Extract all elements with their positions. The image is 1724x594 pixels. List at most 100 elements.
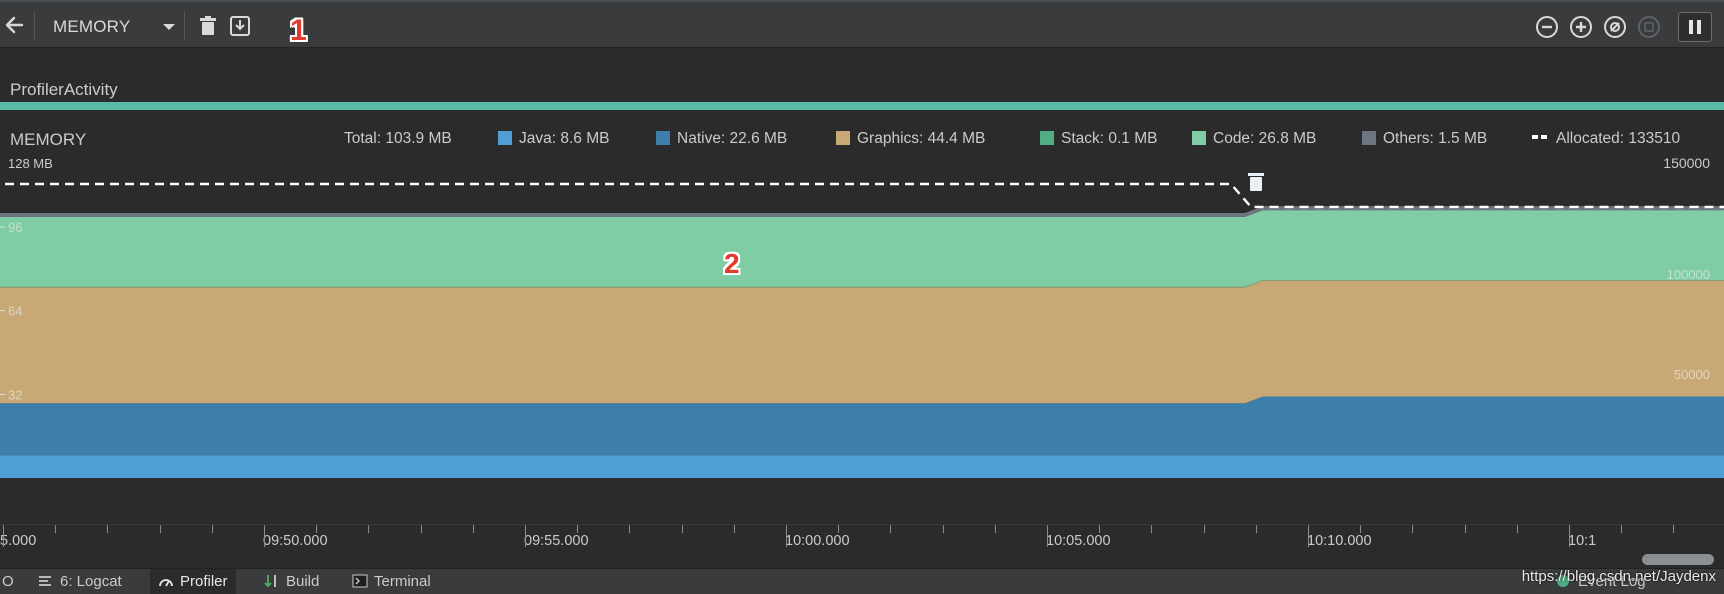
area-code — [0, 210, 1724, 287]
zoom-out-icon[interactable] — [1534, 14, 1560, 40]
annotation-marker-1: 1 — [290, 14, 307, 47]
legend-native: Native: 22.6 MB — [656, 130, 787, 150]
list-icon — [39, 576, 51, 586]
pause-button[interactable] — [1678, 12, 1712, 42]
time-axis-tick — [1465, 525, 1466, 533]
left-axis-max: 128 MB — [8, 156, 53, 171]
time-axis-tick — [1256, 525, 1257, 533]
time-axis-tick — [1308, 525, 1309, 547]
arrow-left-icon[interactable] — [2, 12, 28, 38]
area-java — [0, 455, 1724, 478]
time-axis-tick — [1569, 525, 1570, 547]
tool-window-logcat[interactable]: 6: Logcat — [38, 573, 122, 590]
legend-label: Native: 22.6 MB — [677, 130, 788, 147]
build-label: Build — [286, 573, 320, 590]
time-axis-tick — [1099, 525, 1100, 533]
legend-allocated: Allocated: 133510 — [1532, 130, 1680, 150]
legend-swatch — [1040, 131, 1054, 145]
time-axis-label: 09:50.000 — [263, 533, 328, 549]
legend-label: Code: 26.8 MB — [1213, 130, 1317, 147]
legend-code: Code: 26.8 MB — [1192, 130, 1316, 150]
tool-window-bar: O 6: Logcat Profiler Build Terminal Even… — [0, 568, 1724, 594]
legend-swatch — [1532, 135, 1548, 139]
legend-swatch — [498, 131, 512, 145]
legend-label: Stack: 0.1 MB — [1061, 130, 1158, 147]
terminal-label: Terminal — [374, 573, 431, 590]
tool-window-terminal[interactable]: Terminal — [352, 573, 431, 590]
chevron-down-icon — [163, 24, 175, 30]
profiler-select-value: MEMORY — [53, 17, 131, 36]
time-axis-tick — [995, 525, 996, 533]
time-axis[interactable]: 5.000 09:50.000 09:55.000 10:00.000 10:05.00… — [0, 524, 1724, 568]
activity-label: ProfilerActivity — [10, 80, 118, 99]
time-axis-tick — [1673, 525, 1674, 533]
export-icon[interactable] — [228, 14, 252, 38]
time-axis-tick — [682, 525, 683, 533]
time-axis-label: 10:10.000 — [1307, 533, 1372, 549]
time-axis-tick — [1204, 525, 1205, 533]
terminal-icon — [352, 574, 368, 588]
time-axis-tick — [1412, 525, 1413, 533]
time-axis-label: 09:55.000 — [524, 533, 589, 549]
time-axis-tick — [786, 525, 787, 547]
watermark: https://blog.csdn.net/Jaydenx — [1521, 568, 1716, 585]
time-axis-tick — [1621, 525, 1622, 533]
time-axis-label: 10:00.000 — [785, 533, 850, 549]
right-axis-tick-label: 50000 — [1674, 367, 1710, 382]
time-axis-tick — [890, 525, 891, 533]
legend-label: Allocated: 133510 — [1556, 130, 1681, 147]
legend-graphics: Graphics: 44.4 MB — [836, 130, 985, 150]
time-axis-tick — [107, 525, 108, 533]
time-axis-tick — [629, 525, 630, 533]
profiler-select[interactable]: MEMORY — [44, 12, 175, 40]
time-axis-label: 10:1 — [1568, 533, 1597, 549]
profiler-label: Profiler — [180, 573, 228, 590]
reset-zoom-icon[interactable] — [1602, 14, 1628, 40]
tool-window-profiler[interactable]: Profiler — [150, 569, 236, 594]
area-native — [0, 396, 1724, 456]
memory-legend: MEMORY Total: 103.9 MB Java: 8.6 MB Nati… — [0, 118, 1724, 154]
time-axis-tick — [1151, 525, 1152, 533]
toolbar-separator — [184, 12, 185, 40]
gc-event-marker[interactable] — [1248, 173, 1264, 191]
time-axis-tick — [316, 525, 317, 533]
annotation-marker-2: 2 — [724, 248, 740, 279]
zoom-in-icon[interactable] — [1568, 14, 1594, 40]
activity-bar[interactable] — [0, 102, 1724, 110]
memory-areas — [0, 206, 1724, 478]
time-axis-tick — [577, 525, 578, 533]
legend-others: Others: 1.5 MB — [1362, 130, 1487, 150]
horizontal-scrollbar[interactable] — [1642, 554, 1714, 565]
go-live-icon[interactable] — [1636, 14, 1662, 40]
trash-icon[interactable] — [196, 14, 220, 38]
left-axis-tick-label: 32 — [8, 387, 22, 402]
time-axis-tick — [1047, 525, 1048, 547]
right-axis-max: 150000 — [1663, 155, 1710, 171]
time-axis-label: 5.000 — [0, 533, 37, 549]
time-axis-tick — [943, 525, 944, 533]
tool-window-partial[interactable]: O — [2, 573, 14, 590]
left-axis-tick-label: 64 — [8, 304, 22, 319]
legend-swatch — [1192, 131, 1206, 145]
build-icon — [264, 575, 276, 588]
gauge-icon — [159, 579, 173, 587]
legend-total: Total: 103.9 MB — [344, 130, 452, 147]
time-axis-tick — [838, 525, 839, 533]
time-axis-tick — [368, 525, 369, 533]
time-axis-tick — [160, 525, 161, 533]
time-axis-tick — [734, 525, 735, 533]
pause-icon — [1689, 20, 1701, 34]
allocated-series-line — [0, 182, 1724, 209]
tool-window-build[interactable]: Build — [264, 573, 319, 590]
memory-chart[interactable]: 96 64 32 100000 50000 — [0, 150, 1724, 524]
time-axis-tick — [1517, 525, 1518, 533]
time-axis-tick — [264, 525, 265, 547]
legend-stack: Stack: 0.1 MB — [1040, 130, 1157, 150]
legend-label: Graphics: 44.4 MB — [857, 130, 986, 147]
legend-swatch — [1362, 131, 1376, 145]
time-axis-tick — [1360, 525, 1361, 533]
legend-label: Java: 8.6 MB — [519, 130, 610, 147]
left-axis-tick-label: 96 — [8, 220, 22, 235]
legend-swatch — [656, 131, 670, 145]
time-axis-tick — [525, 525, 526, 547]
